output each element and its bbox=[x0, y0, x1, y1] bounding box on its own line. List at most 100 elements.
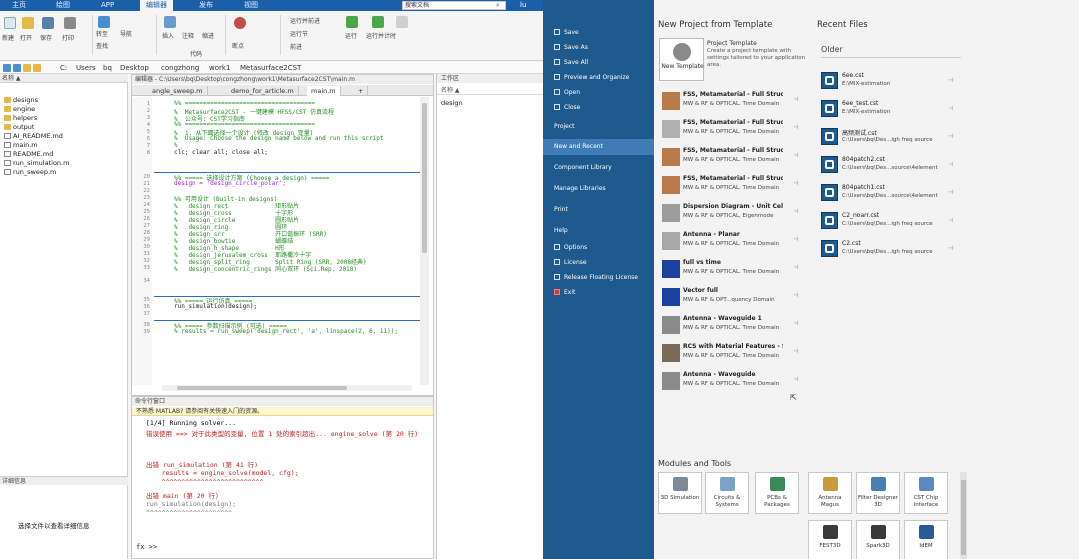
tab-plots[interactable]: 绘图 bbox=[50, 0, 76, 11]
template-item[interactable]: Vector full MW & RF & OPT...quency Domain… bbox=[662, 285, 802, 311]
recent-file-item[interactable]: 6ee_test.cst E:\MIX-estimation ⊣ bbox=[820, 98, 960, 120]
getting-started-notice[interactable]: 不熟悉 MATLAB? 请参阅有关快速入门的资源。 bbox=[132, 407, 433, 416]
menu-item-project[interactable]: Project bbox=[554, 123, 575, 130]
module-button[interactable]: PCBs & Packages bbox=[755, 472, 799, 514]
code-line[interactable]: design = 'design_circle_polar'; bbox=[174, 180, 286, 187]
back-icon[interactable] bbox=[3, 64, 11, 72]
new-file-icon[interactable] bbox=[4, 17, 16, 29]
new-template-button[interactable]: New Template bbox=[659, 38, 704, 81]
pin-icon[interactable]: ⊣ bbox=[948, 161, 953, 168]
template-item[interactable]: FSS, Metamaterial - Full Structu... MW & … bbox=[662, 89, 802, 115]
pin-icon[interactable]: ⊣ bbox=[793, 348, 798, 355]
module-button[interactable]: 3D Simulation bbox=[658, 472, 702, 514]
template-item[interactable]: RCS with Material Features - S... MW & RF… bbox=[662, 341, 802, 367]
list-item[interactable]: README.md bbox=[4, 150, 53, 158]
code-line[interactable]: % bbox=[174, 142, 178, 149]
run-and-time-icon[interactable] bbox=[372, 16, 384, 28]
template-item[interactable]: Antenna - Waveguide MW & RF & OPTICAL, Ti… bbox=[662, 369, 802, 395]
module-button[interactable]: Filter Designer 3D bbox=[856, 472, 900, 514]
tab-apps[interactable]: APP bbox=[95, 0, 120, 11]
menu-item-release-license[interactable]: Release Floating License bbox=[554, 274, 638, 281]
new-tab-button[interactable]: + bbox=[354, 86, 369, 96]
recent-file-item[interactable]: 高频测试.cst C:\Users\bq\Des...igh freq sourc… bbox=[820, 126, 960, 148]
menu-item-new-and-recent[interactable]: New and Recent bbox=[543, 139, 654, 155]
recent-file-item[interactable]: C2_noarr.cst C:\Users\bq\Des...igh freq s… bbox=[820, 210, 960, 232]
breadcrumb-drive[interactable]: C: bbox=[60, 62, 67, 74]
menu-item-preview-organize[interactable]: Preview and Organize bbox=[554, 74, 629, 81]
advance-label[interactable]: 前进 bbox=[290, 42, 302, 51]
pin-icon[interactable]: ⊣ bbox=[793, 292, 798, 299]
template-item[interactable]: Dispersion Diagram - Unit Cell MW & RF & … bbox=[662, 201, 802, 227]
workspace-column-name[interactable]: 名称 ▲ bbox=[437, 86, 543, 95]
menu-item-save-all[interactable]: Save All bbox=[554, 59, 588, 66]
list-item[interactable]: engine bbox=[4, 105, 35, 113]
template-item[interactable]: Antenna - Waveguide 1 MW & RF & OPTICAL, … bbox=[662, 313, 802, 339]
breadcrumb-congzhong[interactable]: congzhong bbox=[161, 62, 199, 74]
scroll-thumb[interactable] bbox=[177, 386, 347, 390]
column-header-name[interactable]: 名称 ▲ bbox=[0, 74, 128, 83]
list-item[interactable]: helpers bbox=[4, 114, 37, 122]
run-section-label[interactable]: 运行节 bbox=[290, 29, 308, 38]
menu-item-exit[interactable]: Exit bbox=[554, 289, 575, 296]
recent-file-item[interactable]: C2.cst C:\Users\bq\Des...igh freq source ⊣ bbox=[820, 238, 960, 260]
pin-icon[interactable]: ⊣ bbox=[948, 245, 953, 252]
pin-icon[interactable]: ⊣ bbox=[948, 133, 953, 140]
up-folder-icon[interactable] bbox=[23, 64, 31, 72]
breadcrumb-users[interactable]: Users bbox=[76, 62, 96, 74]
pin-icon[interactable]: ⊣ bbox=[948, 77, 953, 84]
menu-item-options[interactable]: Options bbox=[554, 244, 587, 251]
menu-item-save-as[interactable]: Save As bbox=[554, 44, 588, 51]
list-item[interactable]: run_simulation.m bbox=[4, 159, 69, 167]
menu-item-save[interactable]: Save bbox=[554, 29, 579, 36]
menu-item-manage-libraries[interactable]: Manage Libraries bbox=[554, 185, 606, 192]
template-item[interactable]: FSS, Metamaterial - Full Structu... MW & … bbox=[662, 117, 802, 143]
template-item[interactable]: FSS, Metamaterial - Full Structure MW & R… bbox=[662, 173, 802, 199]
pin-icon[interactable]: ⊣ bbox=[793, 152, 798, 159]
template-item[interactable]: full vs time MW & RF & OPTICAL, Time Doma… bbox=[662, 257, 802, 283]
menu-item-license[interactable]: License bbox=[554, 259, 587, 266]
list-item[interactable]: run_sweep.m bbox=[4, 168, 56, 176]
menu-item-open[interactable]: Open bbox=[554, 89, 580, 96]
list-item[interactable]: designs bbox=[4, 96, 38, 104]
recent-file-item[interactable]: 804patch2.cst C:\Users\bq\Des...source\4e… bbox=[820, 154, 960, 176]
tab-main[interactable]: main.m bbox=[307, 86, 341, 96]
details-header[interactable]: 详细信息 bbox=[0, 476, 128, 485]
scroll-thumb[interactable] bbox=[961, 480, 966, 555]
menu-item-component-library[interactable]: Component Library bbox=[554, 164, 612, 171]
menu-item-help[interactable]: Help bbox=[554, 227, 568, 234]
breadcrumb-work1[interactable]: work1 bbox=[209, 62, 230, 74]
pin-icon[interactable]: ⊣ bbox=[793, 96, 798, 103]
breadcrumb-user[interactable]: bq bbox=[103, 62, 112, 74]
search-icon[interactable]: ⌕ bbox=[496, 1, 500, 10]
run-icon[interactable] bbox=[346, 16, 358, 28]
pin-icon[interactable]: ⊣ bbox=[793, 236, 798, 243]
tab-view[interactable]: 视图 bbox=[238, 0, 264, 11]
tab-home[interactable]: 主页 bbox=[6, 0, 32, 11]
recent-file-item[interactable]: 6ee.cst E:\MIX-estimation ⊣ bbox=[820, 70, 960, 92]
workspace-variable[interactable]: design bbox=[441, 99, 463, 107]
open-folder-icon[interactable] bbox=[22, 17, 34, 29]
browse-folder-icon[interactable] bbox=[33, 64, 41, 72]
module-button[interactable]: IdEM bbox=[904, 520, 948, 559]
pin-icon[interactable]: ⊣ bbox=[948, 105, 953, 112]
forward-icon[interactable] bbox=[13, 64, 21, 72]
stop-icon[interactable] bbox=[396, 16, 408, 28]
pin-icon[interactable]: ⊣ bbox=[793, 376, 798, 383]
pin-icon[interactable]: ⊣ bbox=[793, 264, 798, 271]
breadcrumb-desktop[interactable]: Desktop bbox=[120, 62, 149, 74]
module-button[interactable]: Spark3D bbox=[856, 520, 900, 559]
tab-publish[interactable]: 发布 bbox=[193, 0, 219, 11]
recent-file-item[interactable]: 804patch1.cst C:\Users\bq\Des...source\4e… bbox=[820, 182, 960, 204]
template-item[interactable]: FSS, Metamaterial - Full Structu... MW & … bbox=[662, 145, 802, 171]
module-button[interactable]: FEST3D bbox=[808, 520, 852, 559]
command-prompt[interactable]: fx >> bbox=[136, 543, 157, 551]
goto-icon[interactable] bbox=[98, 16, 110, 28]
module-button[interactable]: CST Chip Interface bbox=[904, 472, 948, 514]
menu-item-close[interactable]: Close bbox=[554, 104, 580, 111]
template-item[interactable]: Antenna - Planar MW & RF & OPTICAL, Time … bbox=[662, 229, 802, 255]
list-item[interactable]: AI_README.md bbox=[4, 132, 63, 140]
tab-editor[interactable]: 编辑器 bbox=[140, 0, 173, 11]
list-item[interactable]: main.m bbox=[4, 141, 38, 149]
insert-icon[interactable] bbox=[164, 16, 176, 28]
menu-item-print[interactable]: Print bbox=[554, 206, 568, 213]
